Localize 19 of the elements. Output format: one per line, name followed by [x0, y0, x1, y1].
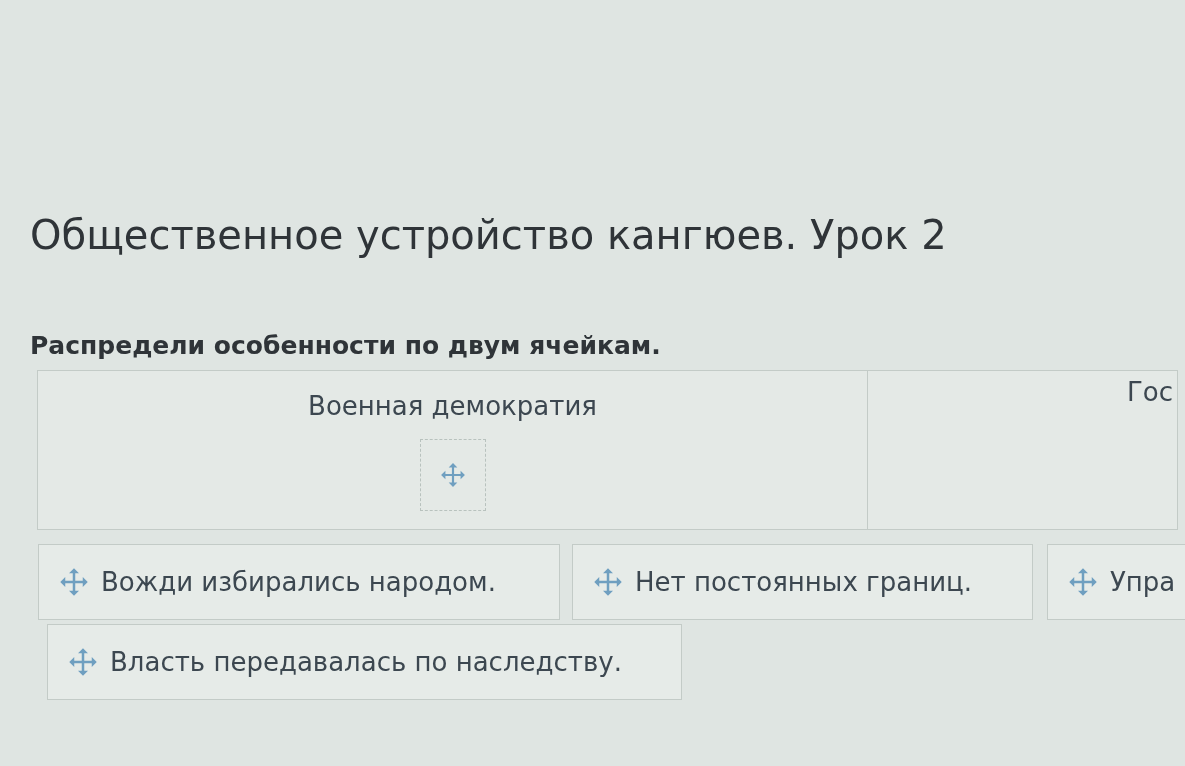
move-icon [1068, 567, 1098, 597]
card-text: Вожди избирались народом. [101, 569, 496, 595]
card-text: Упра [1110, 569, 1176, 595]
draggable-card[interactable]: Нет постоянных границ. [572, 544, 1033, 620]
instruction-text: Распредели особенности по двум ячейкам. [30, 333, 661, 358]
drop-cell[interactable]: Военная демократия [37, 370, 868, 530]
draggable-card[interactable]: Вожди избирались народом. [38, 544, 560, 620]
column-header: Военная демократия [308, 393, 597, 419]
move-icon [593, 567, 623, 597]
card-text: Нет постоянных границ. [635, 569, 972, 595]
column-header: Гос [1126, 379, 1173, 405]
move-icon [68, 647, 98, 677]
move-icon [59, 567, 89, 597]
draggable-card[interactable]: Упра [1047, 544, 1185, 620]
drop-cell[interactable]: Гос [868, 370, 1178, 530]
card-text: Власть передавалась по наследству. [110, 649, 622, 675]
drop-slot[interactable] [419, 439, 486, 511]
draggable-card[interactable]: Власть передавалась по наследству. [47, 624, 682, 700]
move-icon [439, 462, 466, 488]
